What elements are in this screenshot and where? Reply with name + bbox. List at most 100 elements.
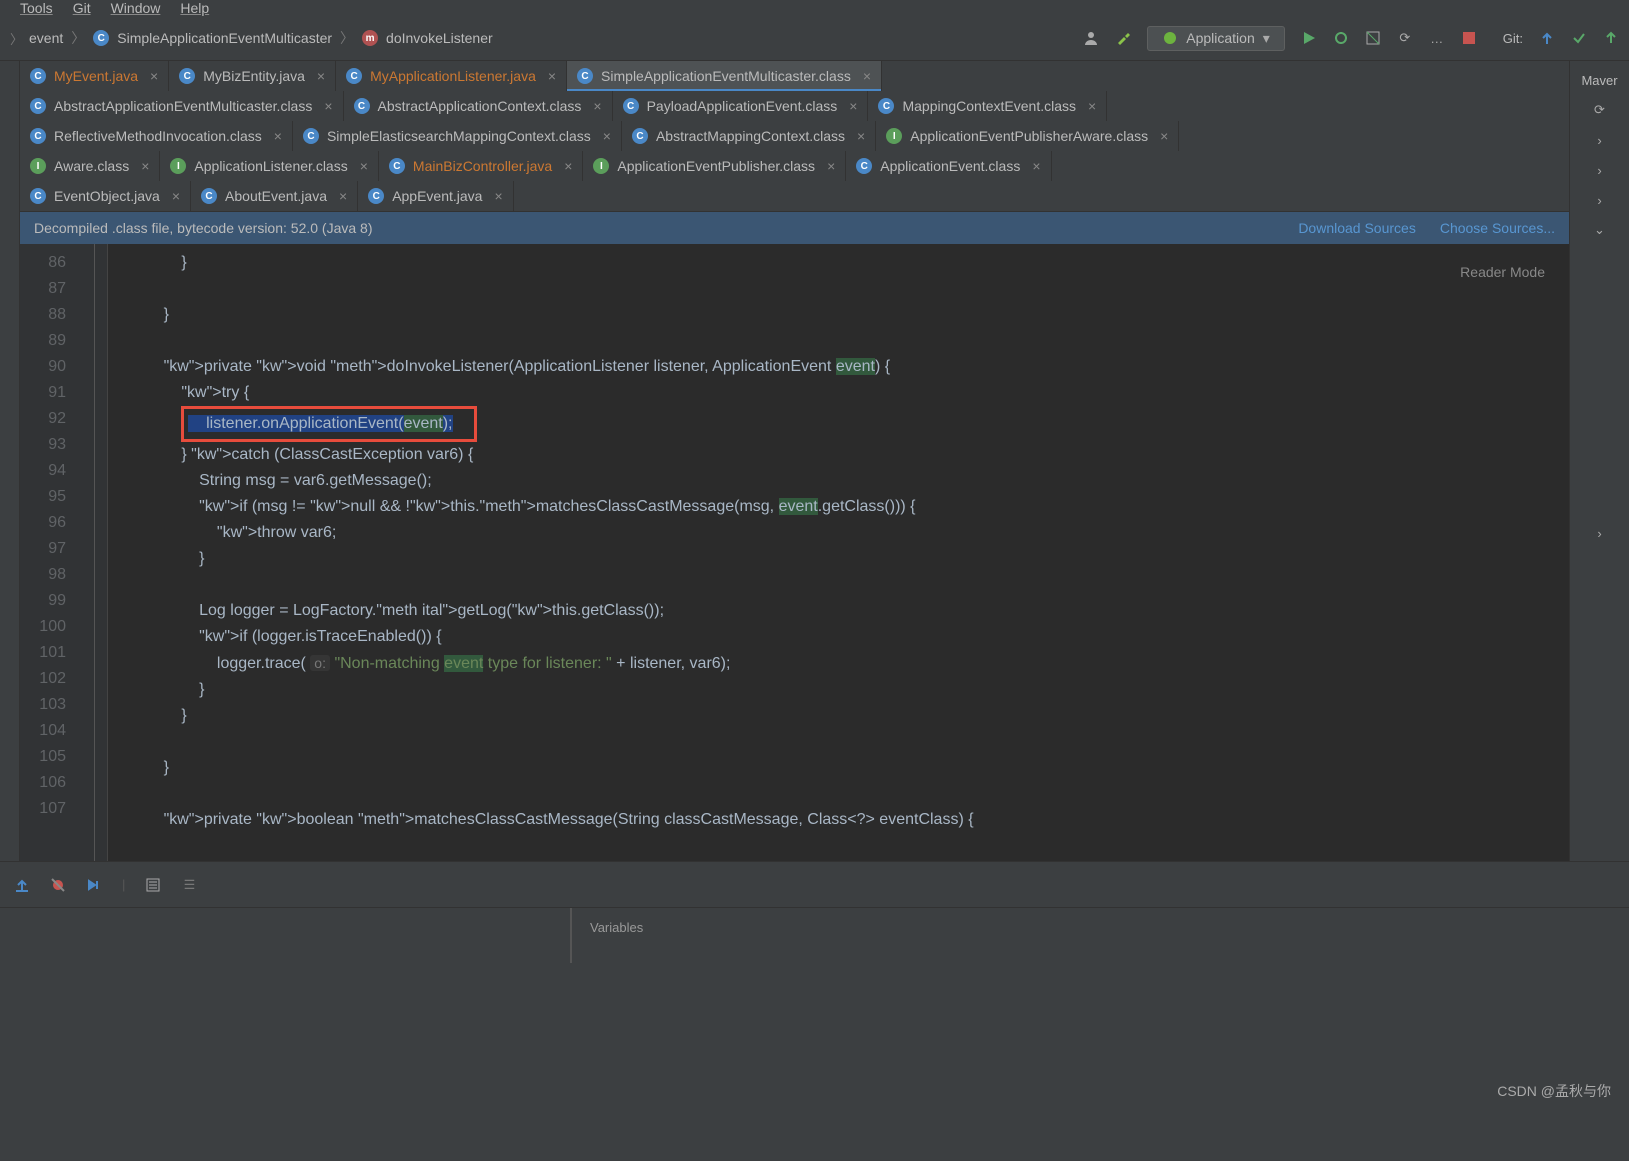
download-sources-link[interactable]: Download Sources [1298, 220, 1416, 236]
git-commit-icon[interactable] [1571, 30, 1587, 46]
editor-tab[interactable]: CReflectiveMethodInvocation.class× [20, 121, 293, 151]
menu-tools[interactable]: Tools [20, 0, 53, 16]
tab-filename: MyApplicationListener.java [370, 68, 536, 84]
editor-tab[interactable]: IAware.class× [20, 151, 160, 181]
debug-variables-panel: Variables [0, 907, 1629, 963]
upload-icon[interactable] [14, 877, 30, 893]
banner-text: Decompiled .class file, bytecode version… [34, 220, 373, 236]
file-type-icon: I [170, 158, 186, 174]
chevron-right-icon[interactable]: › [1592, 132, 1608, 148]
close-tab-icon[interactable]: × [1160, 128, 1168, 144]
choose-sources-link[interactable]: Choose Sources... [1440, 220, 1555, 236]
file-type-icon: C [368, 188, 384, 204]
close-tab-icon[interactable]: × [274, 128, 282, 144]
close-tab-icon[interactable]: × [172, 188, 180, 204]
fold-gutter [80, 244, 108, 861]
tab-filename: SimpleElasticsearchMappingContext.class [327, 128, 591, 144]
tab-filename: ApplicationEventPublisher.class [617, 158, 815, 174]
mute-breakpoints-icon[interactable] [50, 877, 66, 893]
crumb-class[interactable]: SimpleApplicationEventMulticaster [117, 30, 332, 46]
file-type-icon: C [30, 98, 46, 114]
file-type-icon: I [886, 128, 902, 144]
editor-tab[interactable]: CEventObject.java× [20, 181, 191, 211]
chevron-right-icon[interactable]: › [1592, 162, 1608, 178]
close-tab-icon[interactable]: × [564, 158, 572, 174]
variables-header[interactable]: Variables [570, 908, 661, 963]
close-tab-icon[interactable]: × [150, 68, 158, 84]
close-tab-icon[interactable]: × [857, 128, 865, 144]
chevron-right-icon: 〉 [340, 28, 354, 48]
tab-filename: Aware.class [54, 158, 129, 174]
close-tab-icon[interactable]: × [827, 158, 835, 174]
close-tab-icon[interactable]: × [1088, 98, 1096, 114]
editor-tab[interactable]: CAppEvent.java× [358, 181, 513, 211]
method-icon: m [362, 30, 378, 46]
close-tab-icon[interactable]: × [548, 68, 556, 84]
close-tab-icon[interactable]: × [1032, 158, 1040, 174]
editor-tab[interactable]: CApplicationEvent.class× [846, 151, 1051, 181]
editor-tab[interactable]: CMyBizEntity.java× [169, 61, 336, 91]
code-area[interactable]: 8687888990919293949596979899100101102103… [20, 244, 1569, 861]
attach-icon[interactable]: … [1429, 30, 1445, 46]
run-configuration-dropdown[interactable]: Application ▾ [1147, 26, 1285, 51]
list-icon[interactable]: ☰ [181, 877, 197, 893]
close-tab-icon[interactable]: × [603, 128, 611, 144]
close-tab-icon[interactable]: × [360, 158, 368, 174]
close-tab-icon[interactable]: × [863, 68, 871, 84]
close-tab-icon[interactable]: × [324, 98, 332, 114]
editor-tab[interactable]: CPayloadApplicationEvent.class× [613, 91, 869, 121]
user-icon[interactable] [1083, 30, 1099, 46]
menu-git[interactable]: Git [73, 0, 91, 16]
editor-tab[interactable]: CSimpleElasticsearchMappingContext.class… [293, 121, 622, 151]
file-type-icon: C [179, 68, 195, 84]
crumb-method[interactable]: doInvokeListener [386, 30, 493, 46]
editor-tab[interactable]: CAbstractApplicationEventMulticaster.cla… [20, 91, 344, 121]
step-icon[interactable] [86, 877, 102, 893]
run-icon[interactable] [1301, 30, 1317, 46]
maven-tool-label[interactable]: Maver [1581, 73, 1617, 88]
stop-icon[interactable] [1461, 30, 1477, 46]
coverage-icon[interactable] [1365, 30, 1381, 46]
class-icon: C [93, 30, 109, 46]
tab-filename: AboutEvent.java [225, 188, 327, 204]
close-tab-icon[interactable]: × [593, 98, 601, 114]
menu-help[interactable]: Help [180, 0, 209, 16]
tab-filename: SimpleApplicationEventMulticaster.class [601, 68, 851, 84]
expand-right-icon[interactable]: › [1592, 525, 1608, 541]
breadcrumb-prev[interactable]: 〉 [10, 29, 23, 48]
hammer-icon[interactable] [1115, 30, 1131, 46]
close-tab-icon[interactable]: × [339, 188, 347, 204]
editor-tab[interactable]: CMappingContextEvent.class× [868, 91, 1107, 121]
editor-tab[interactable]: IApplicationListener.class× [160, 151, 379, 181]
line-number-gutter: 8687888990919293949596979899100101102103… [20, 244, 80, 861]
decompiled-banner: Decompiled .class file, bytecode version… [20, 212, 1569, 244]
close-tab-icon[interactable]: × [849, 98, 857, 114]
debug-icon[interactable] [1333, 30, 1349, 46]
close-tab-icon[interactable]: × [317, 68, 325, 84]
crumb-event[interactable]: event [29, 30, 63, 46]
file-type-icon: C [632, 128, 648, 144]
git-push-icon[interactable] [1603, 30, 1619, 46]
editor-tab[interactable]: IApplicationEventPublisher.class× [583, 151, 846, 181]
profiler-icon[interactable]: ⟳ [1397, 30, 1413, 46]
chevron-right-icon: 〉 [71, 28, 85, 48]
chevron-right-icon[interactable]: › [1592, 192, 1608, 208]
chevron-down-icon[interactable]: ⌄ [1592, 222, 1608, 238]
close-tab-icon[interactable]: × [141, 158, 149, 174]
editor-tab[interactable]: CAboutEvent.java× [191, 181, 358, 211]
calculator-icon[interactable] [145, 877, 161, 893]
code-content[interactable]: } } "kw">private "kw">void "meth">doInvo… [108, 244, 1569, 861]
editor-tab[interactable]: CMyEvent.java× [20, 61, 169, 91]
refresh-icon[interactable]: ⟳ [1592, 102, 1608, 118]
editor-tab[interactable]: CMainBizController.java× [379, 151, 583, 181]
editor-tab[interactable]: CSimpleApplicationEventMulticaster.class… [567, 61, 882, 91]
tab-filename: PayloadApplicationEvent.class [647, 98, 838, 114]
editor-tab[interactable]: CAbstractApplicationContext.class× [344, 91, 613, 121]
git-update-icon[interactable] [1539, 30, 1555, 46]
menu-window[interactable]: Window [111, 0, 161, 16]
editor-tab[interactable]: CMyApplicationListener.java× [336, 61, 567, 91]
close-tab-icon[interactable]: × [494, 188, 502, 204]
editor-tab[interactable]: IApplicationEventPublisherAware.class× [876, 121, 1179, 151]
file-type-icon: C [30, 128, 46, 144]
editor-tab[interactable]: CAbstractMappingContext.class× [622, 121, 876, 151]
